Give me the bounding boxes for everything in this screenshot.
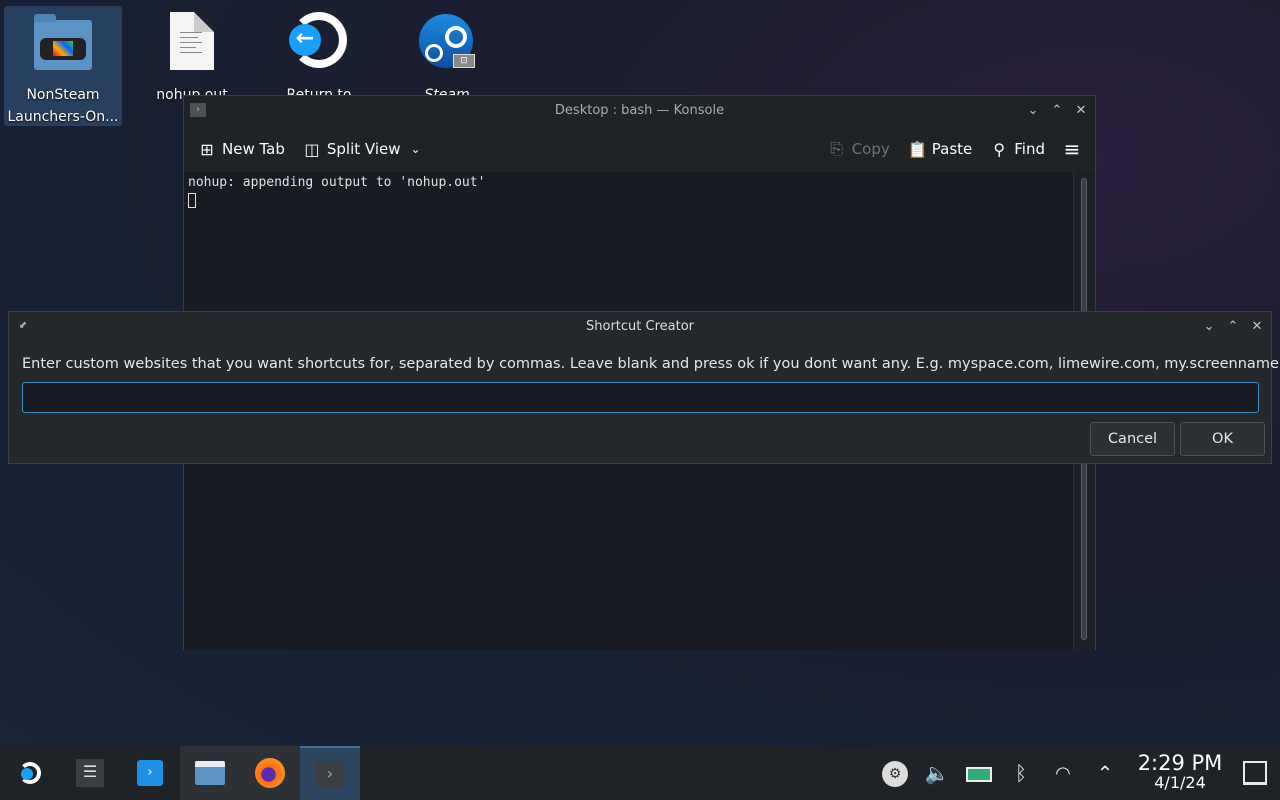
hamburger-menu-button[interactable]: ≡ bbox=[1063, 137, 1081, 161]
copy-label: Copy bbox=[851, 140, 890, 158]
search-icon: ⚲ bbox=[993, 139, 1006, 159]
konsole-toolbar: ⊞ New Tab ◫ Split View ⌄ ⎘ Copy 📋 Paste ⚲ Find… bbox=[184, 126, 1095, 172]
battery-charging-icon[interactable] bbox=[958, 761, 1000, 785]
new-tab-button[interactable]: ⊞ New Tab bbox=[198, 140, 285, 159]
paste-icon: 📋 bbox=[907, 139, 928, 159]
firefox-icon bbox=[255, 758, 285, 788]
konsole-app-icon[interactable]: › bbox=[190, 103, 206, 117]
new-tab-label: New Tab bbox=[222, 140, 285, 158]
taskbar-system-settings[interactable]: ☰ bbox=[60, 746, 120, 800]
folder-icon bbox=[195, 761, 225, 785]
dialog-app-icon[interactable]: ⬋ bbox=[15, 319, 31, 333]
desktop-icon-nonsteam-launchers[interactable]: NonSteam Launchers-On... bbox=[4, 6, 122, 126]
chevron-down-icon[interactable]: ⌄ bbox=[407, 142, 425, 156]
application-launcher-button[interactable] bbox=[0, 746, 60, 800]
shortcut-creator-dialog: ⬋ Shortcut Creator ⌄ ⌃ ✕ Enter custom we… bbox=[8, 311, 1280, 464]
text-file-icon bbox=[160, 12, 224, 76]
taskbar-firefox[interactable] bbox=[240, 746, 300, 800]
clock-date: 4/1/24 bbox=[1154, 773, 1206, 792]
paste-label: Paste bbox=[931, 140, 973, 158]
expand-tray-chevron-icon[interactable]: ⌃ bbox=[1084, 761, 1126, 785]
close-button[interactable]: ✕ bbox=[1249, 312, 1265, 342]
terminal-line: nohup: appending output to 'nohup.out' bbox=[188, 175, 486, 190]
maximize-button[interactable]: ⌃ bbox=[1225, 312, 1241, 342]
copy-button[interactable]: ⎘ Copy bbox=[828, 139, 890, 159]
folder-steamdeck-icon bbox=[31, 12, 95, 76]
konsole-icon: › bbox=[316, 761, 344, 787]
steam-deck-launcher-icon bbox=[19, 762, 41, 784]
volume-icon[interactable]: 🔈 bbox=[916, 761, 958, 785]
find-button[interactable]: ⚲ Find bbox=[990, 140, 1045, 159]
terminal-cursor bbox=[188, 193, 196, 208]
digital-clock[interactable]: 2:29 PM 4/1/24 bbox=[1130, 753, 1230, 793]
return-to-gaming-mode-icon: ← bbox=[287, 12, 351, 76]
hamburger-menu-icon: ≡ bbox=[1063, 137, 1081, 161]
find-label: Find bbox=[1014, 140, 1045, 158]
dialog-titlebar[interactable]: ⬋ Shortcut Creator ⌄ ⌃ ✕ bbox=[9, 312, 1271, 342]
taskbar: ☰ › › ⚙ 🔈 ᛒ ◠ ⌃ 2:29 PM 4/1/24 bbox=[0, 746, 1280, 800]
dialog-prompt: Enter custom websites that you want shor… bbox=[22, 356, 1280, 372]
show-desktop-button[interactable] bbox=[1230, 761, 1280, 785]
konsole-titlebar[interactable]: › Desktop : bash — Konsole ⌄ ⌃ ✕ bbox=[184, 96, 1095, 126]
discover-store-icon: › bbox=[137, 760, 163, 786]
taskbar-konsole[interactable]: › bbox=[300, 746, 360, 800]
split-view-label: Split View bbox=[326, 140, 401, 158]
system-tray: ⚙ 🔈 ᛒ ◠ ⌃ 2:29 PM 4/1/24 bbox=[874, 746, 1280, 800]
settings-sliders-icon: ☰ bbox=[76, 759, 104, 787]
maximize-button[interactable]: ⌃ bbox=[1049, 96, 1065, 126]
split-view-button[interactable]: ◫ Split View ⌄ bbox=[303, 140, 425, 159]
desktop-icon-label: NonSteam bbox=[26, 87, 100, 103]
show-desktop-icon bbox=[1243, 761, 1267, 785]
taskbar-discover[interactable]: › bbox=[120, 746, 180, 800]
cancel-button[interactable]: Cancel bbox=[1090, 422, 1175, 456]
split-view-icon: ◫ bbox=[304, 139, 320, 159]
paste-button[interactable]: 📋 Paste bbox=[908, 140, 973, 159]
desktop-icon-label: Launchers-On... bbox=[7, 109, 119, 125]
websites-input[interactable] bbox=[22, 382, 1259, 413]
new-tab-icon: ⊞ bbox=[200, 139, 214, 159]
taskbar-dolphin[interactable] bbox=[180, 746, 240, 800]
close-button[interactable]: ✕ bbox=[1073, 96, 1089, 126]
window-title: Desktop : bash — Konsole bbox=[554, 103, 725, 118]
copy-icon: ⎘ bbox=[830, 139, 844, 158]
steam-tray-icon[interactable]: ⚙ bbox=[874, 759, 916, 787]
minimize-button[interactable]: ⌄ bbox=[1201, 312, 1217, 342]
ok-button[interactable]: OK bbox=[1180, 422, 1265, 456]
dialog-title: Shortcut Creator bbox=[586, 319, 694, 334]
clock-time: 2:29 PM bbox=[1137, 751, 1223, 775]
wifi-icon[interactable]: ◠ bbox=[1042, 763, 1084, 784]
minimize-button[interactable]: ⌄ bbox=[1025, 96, 1041, 126]
steam-icon: ⊡ bbox=[415, 12, 479, 76]
bluetooth-icon[interactable]: ᛒ bbox=[1000, 761, 1042, 785]
